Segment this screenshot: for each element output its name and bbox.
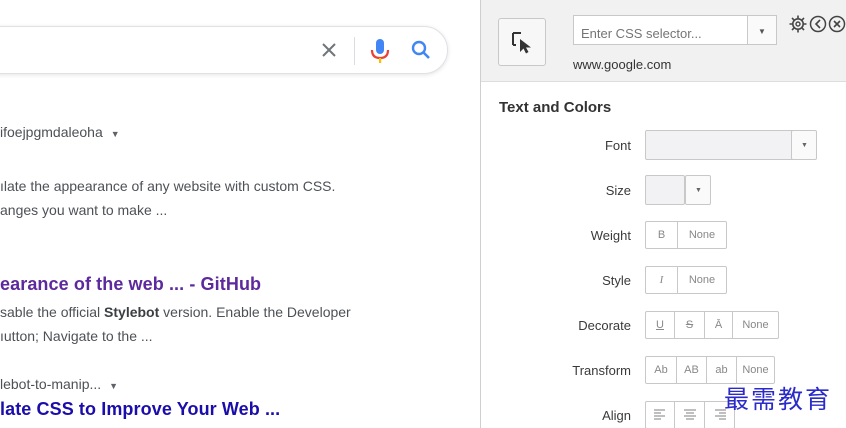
strikethrough-button[interactable]: S xyxy=(675,311,705,339)
search-divider xyxy=(354,37,355,65)
size-input[interactable] xyxy=(645,175,685,205)
decorate-label: Decorate xyxy=(578,318,631,333)
style-label: Style xyxy=(602,273,631,288)
search-icon[interactable] xyxy=(409,38,433,62)
capitalize-button[interactable]: Ab xyxy=(645,356,677,384)
size-dropdown-button[interactable]: ▼ xyxy=(685,175,711,205)
italic-button[interactable]: I xyxy=(645,266,678,294)
align-left-icon xyxy=(654,409,665,420)
watermark: 最需教育 xyxy=(724,385,833,414)
result-snippet: ıutton; Navigate to the ... xyxy=(0,328,153,344)
mic-icon[interactable] xyxy=(369,38,391,64)
close-icon[interactable] xyxy=(828,15,846,33)
weight-none-button[interactable]: None xyxy=(678,221,727,249)
font-dropdown-button[interactable]: ▼ xyxy=(791,130,817,160)
result-url[interactable]: lebot-to-manip... ▼ xyxy=(0,376,118,392)
result-snippet: sable the official Stylebot version. Ena… xyxy=(0,304,351,320)
close-icon[interactable] xyxy=(317,38,341,62)
search-box[interactable] xyxy=(0,26,448,74)
align-center-icon xyxy=(683,409,696,420)
underline-button[interactable]: U xyxy=(645,311,675,339)
align-left-button[interactable] xyxy=(645,401,675,428)
chevron-down-icon: ▼ xyxy=(695,187,702,194)
cursor-select-icon xyxy=(512,32,531,54)
css-selector-input[interactable] xyxy=(573,15,747,45)
bold-button[interactable]: B xyxy=(645,221,678,249)
result-title-link[interactable]: earance of the web ... - GitHub xyxy=(0,274,261,295)
font-label: Font xyxy=(604,138,631,153)
align-center-button[interactable] xyxy=(675,401,705,428)
result-snippet: ılate the appearance of any website with… xyxy=(0,178,336,194)
stylebot-panel: ▼ www.google.com Text and Colors Font ▼ … xyxy=(480,0,846,428)
chevron-down-icon[interactable]: ▼ xyxy=(109,381,118,391)
element-picker-button[interactable] xyxy=(498,18,546,66)
decorate-none-button[interactable]: None xyxy=(733,311,779,339)
weight-label: Weight xyxy=(590,228,631,243)
uppercase-button[interactable]: AB xyxy=(677,356,707,384)
selector-dropdown-button[interactable]: ▼ xyxy=(747,15,777,45)
header-icons xyxy=(789,15,846,33)
style-none-button[interactable]: None xyxy=(678,266,727,294)
panel-header: ▼ www.google.com xyxy=(481,0,846,82)
size-label: Size xyxy=(605,183,631,198)
align-label: Align xyxy=(602,408,631,423)
result-title-link[interactable]: late CSS to Improve Your Web ... xyxy=(0,399,280,420)
transform-label: Transform xyxy=(572,363,631,378)
chevron-down-icon: ▼ xyxy=(801,142,808,149)
section-title: Text and Colors xyxy=(499,99,612,116)
gear-icon[interactable] xyxy=(789,15,807,33)
overline-button[interactable]: Ā xyxy=(705,311,733,339)
result-snippet: anges you want to make ... xyxy=(0,202,168,218)
search-results-pane: ifoejpgmdaleoha ▼ ılate the appearance of… xyxy=(0,0,480,428)
chevron-down-icon[interactable]: ▼ xyxy=(111,129,120,139)
site-url: www.google.com xyxy=(573,57,672,72)
result-url[interactable]: ifoejpgmdaleoha ▼ xyxy=(0,124,120,140)
chevron-down-icon: ▼ xyxy=(758,27,766,36)
font-select[interactable] xyxy=(645,130,795,160)
back-icon[interactable] xyxy=(809,15,827,33)
